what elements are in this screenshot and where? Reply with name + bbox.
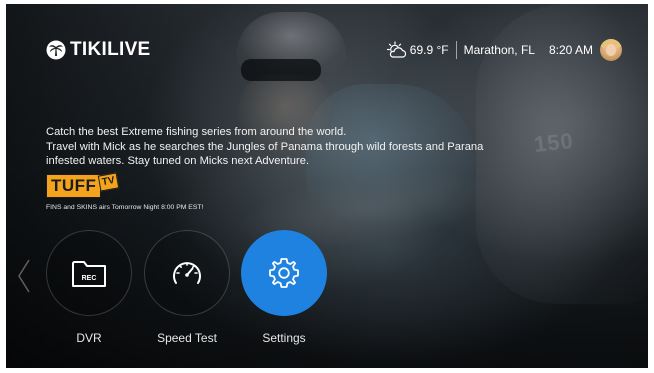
palm-tree-icon: [46, 40, 66, 60]
channel-logo: TUFF TV: [46, 172, 120, 198]
partly-cloudy-icon: [386, 41, 406, 58]
rec-label: REC: [82, 275, 97, 282]
gear-icon: [269, 258, 299, 288]
menu-item-dvr[interactable]: REC DVR: [46, 230, 132, 345]
menu-item-settings[interactable]: Settings: [241, 230, 327, 345]
description-line: infested waters. Stay tuned on Micks nex…: [46, 155, 310, 167]
channel-logo-tv: TV: [98, 172, 120, 192]
user-avatar[interactable]: [600, 39, 622, 61]
channel-logo-main: TUFF: [46, 174, 102, 198]
menu-item-circle[interactable]: REC: [46, 230, 132, 316]
menu-item-circle[interactable]: [241, 230, 327, 316]
location: Marathon, FL: [463, 43, 535, 57]
menu-item-label: DVR: [76, 331, 102, 345]
chevron-left-icon[interactable]: [16, 258, 32, 294]
menu-item-speed-test[interactable]: Speed Test: [144, 230, 230, 345]
clock-time: 8:20 AM: [548, 43, 593, 57]
app-logo: TIKILIVE: [46, 39, 151, 61]
description-line: Catch the best Extreme fishing series fr…: [46, 126, 347, 138]
logo-text: TIKILIVE: [70, 39, 151, 60]
featured-description: Catch the best Extreme fishing series fr…: [46, 125, 496, 169]
airs-notice: FINS and SKINS airs Tomorrow Night 8:00 …: [46, 204, 204, 211]
temperature: 69.9 °F: [409, 43, 449, 57]
status-bar: 69.9 °F Marathon, FL 8:20 AM: [386, 38, 622, 62]
description-line: Travel with Mick as he searches the Jung…: [46, 140, 484, 153]
menu-item-circle[interactable]: [144, 230, 230, 316]
status-divider: [455, 41, 457, 59]
tv-home-screen: 150 TIKILIVE 69.9 °F Marathon, FL 8:20 A…: [6, 4, 648, 368]
speedometer-icon: [173, 262, 201, 284]
folder-rec-icon: REC: [72, 261, 106, 287]
menu-item-label: Speed Test: [157, 331, 217, 345]
avatar-face: [606, 44, 616, 56]
menu-item-label: Settings: [262, 331, 306, 345]
